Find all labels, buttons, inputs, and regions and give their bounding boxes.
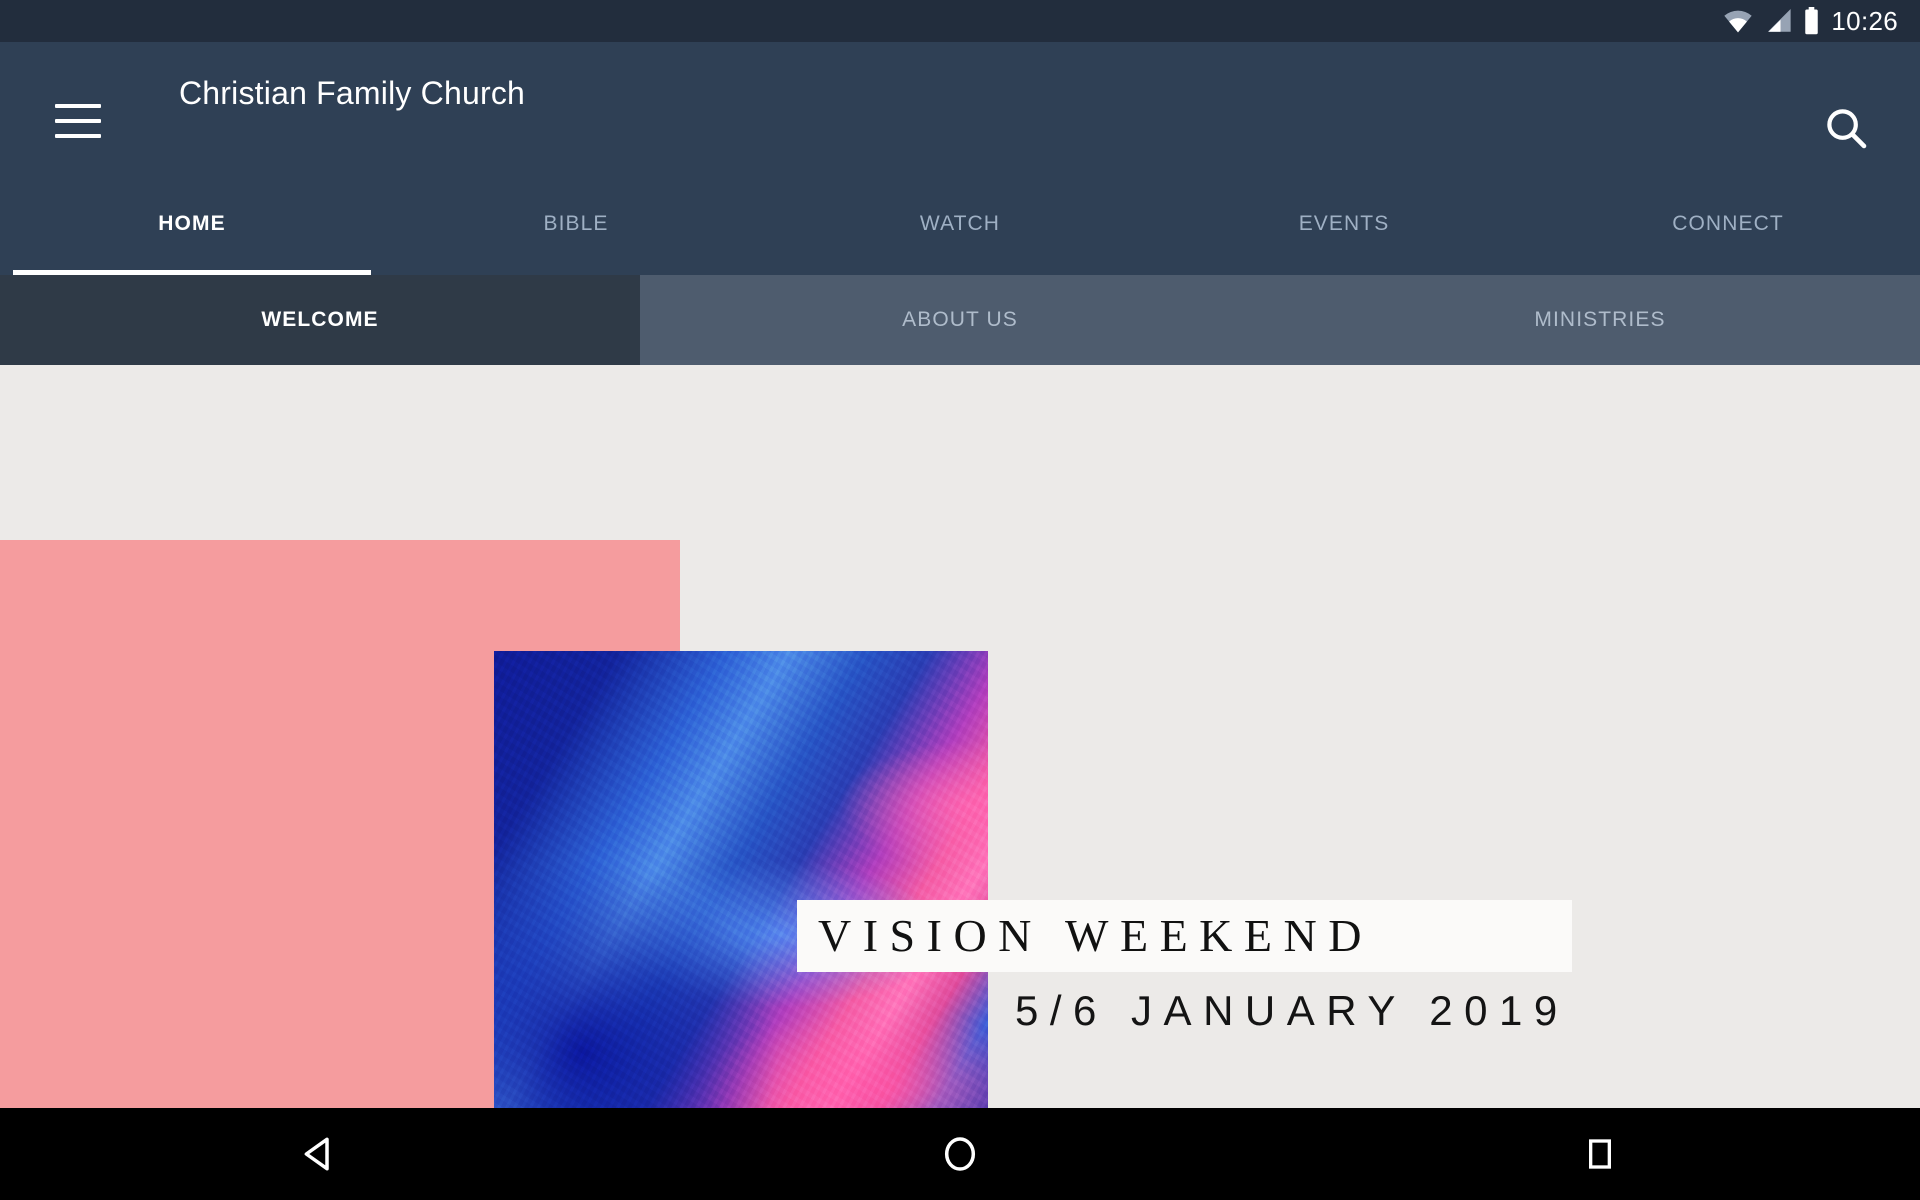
- content-area: VISION WEEKEND 5/6 JANUARY 2019: [0, 365, 1920, 1108]
- back-triangle-icon[interactable]: [0, 1108, 640, 1200]
- subtab-welcome[interactable]: WELCOME: [0, 275, 640, 365]
- app-screen: 10:26 Christian Family Church HOME BIBLE…: [0, 0, 1920, 1200]
- battery-full-icon: [1803, 7, 1820, 35]
- home-circle-icon[interactable]: [640, 1108, 1280, 1200]
- subtab-about-us[interactable]: ABOUT US: [640, 275, 1280, 365]
- primary-tab-bar: HOME BIBLE WATCH EVENTS CONNECT: [0, 185, 1920, 275]
- status-bar: 10:26: [0, 0, 1920, 42]
- wifi-icon: [1723, 9, 1753, 33]
- promo-title-block: VISION WEEKEND: [797, 900, 1572, 972]
- tab-events[interactable]: EVENTS: [1152, 185, 1536, 275]
- status-bar-clock: 10:26: [1831, 6, 1898, 36]
- sub-tab-bar: WELCOME ABOUT US MINISTRIES: [0, 275, 1920, 365]
- app-bar: Christian Family Church: [0, 42, 1920, 185]
- android-nav-bar: [0, 1108, 1920, 1200]
- recents-square-icon[interactable]: [1280, 1108, 1920, 1200]
- search-icon[interactable]: [1822, 104, 1870, 152]
- page-title: Christian Family Church: [179, 75, 526, 111]
- tab-watch[interactable]: WATCH: [768, 185, 1152, 275]
- cellular-signal-icon: [1764, 9, 1792, 33]
- subtab-ministries[interactable]: MINISTRIES: [1280, 275, 1920, 365]
- tab-connect[interactable]: CONNECT: [1536, 185, 1920, 275]
- vision-weekend-abstract-photo[interactable]: [494, 651, 988, 1108]
- promo-date: 5/6 JANUARY 2019: [1015, 987, 1569, 1034]
- promo-title: VISION WEEKEND: [818, 910, 1373, 961]
- tab-home[interactable]: HOME: [0, 185, 384, 275]
- hamburger-menu-icon[interactable]: [55, 104, 101, 138]
- tab-bible[interactable]: BIBLE: [384, 185, 768, 275]
